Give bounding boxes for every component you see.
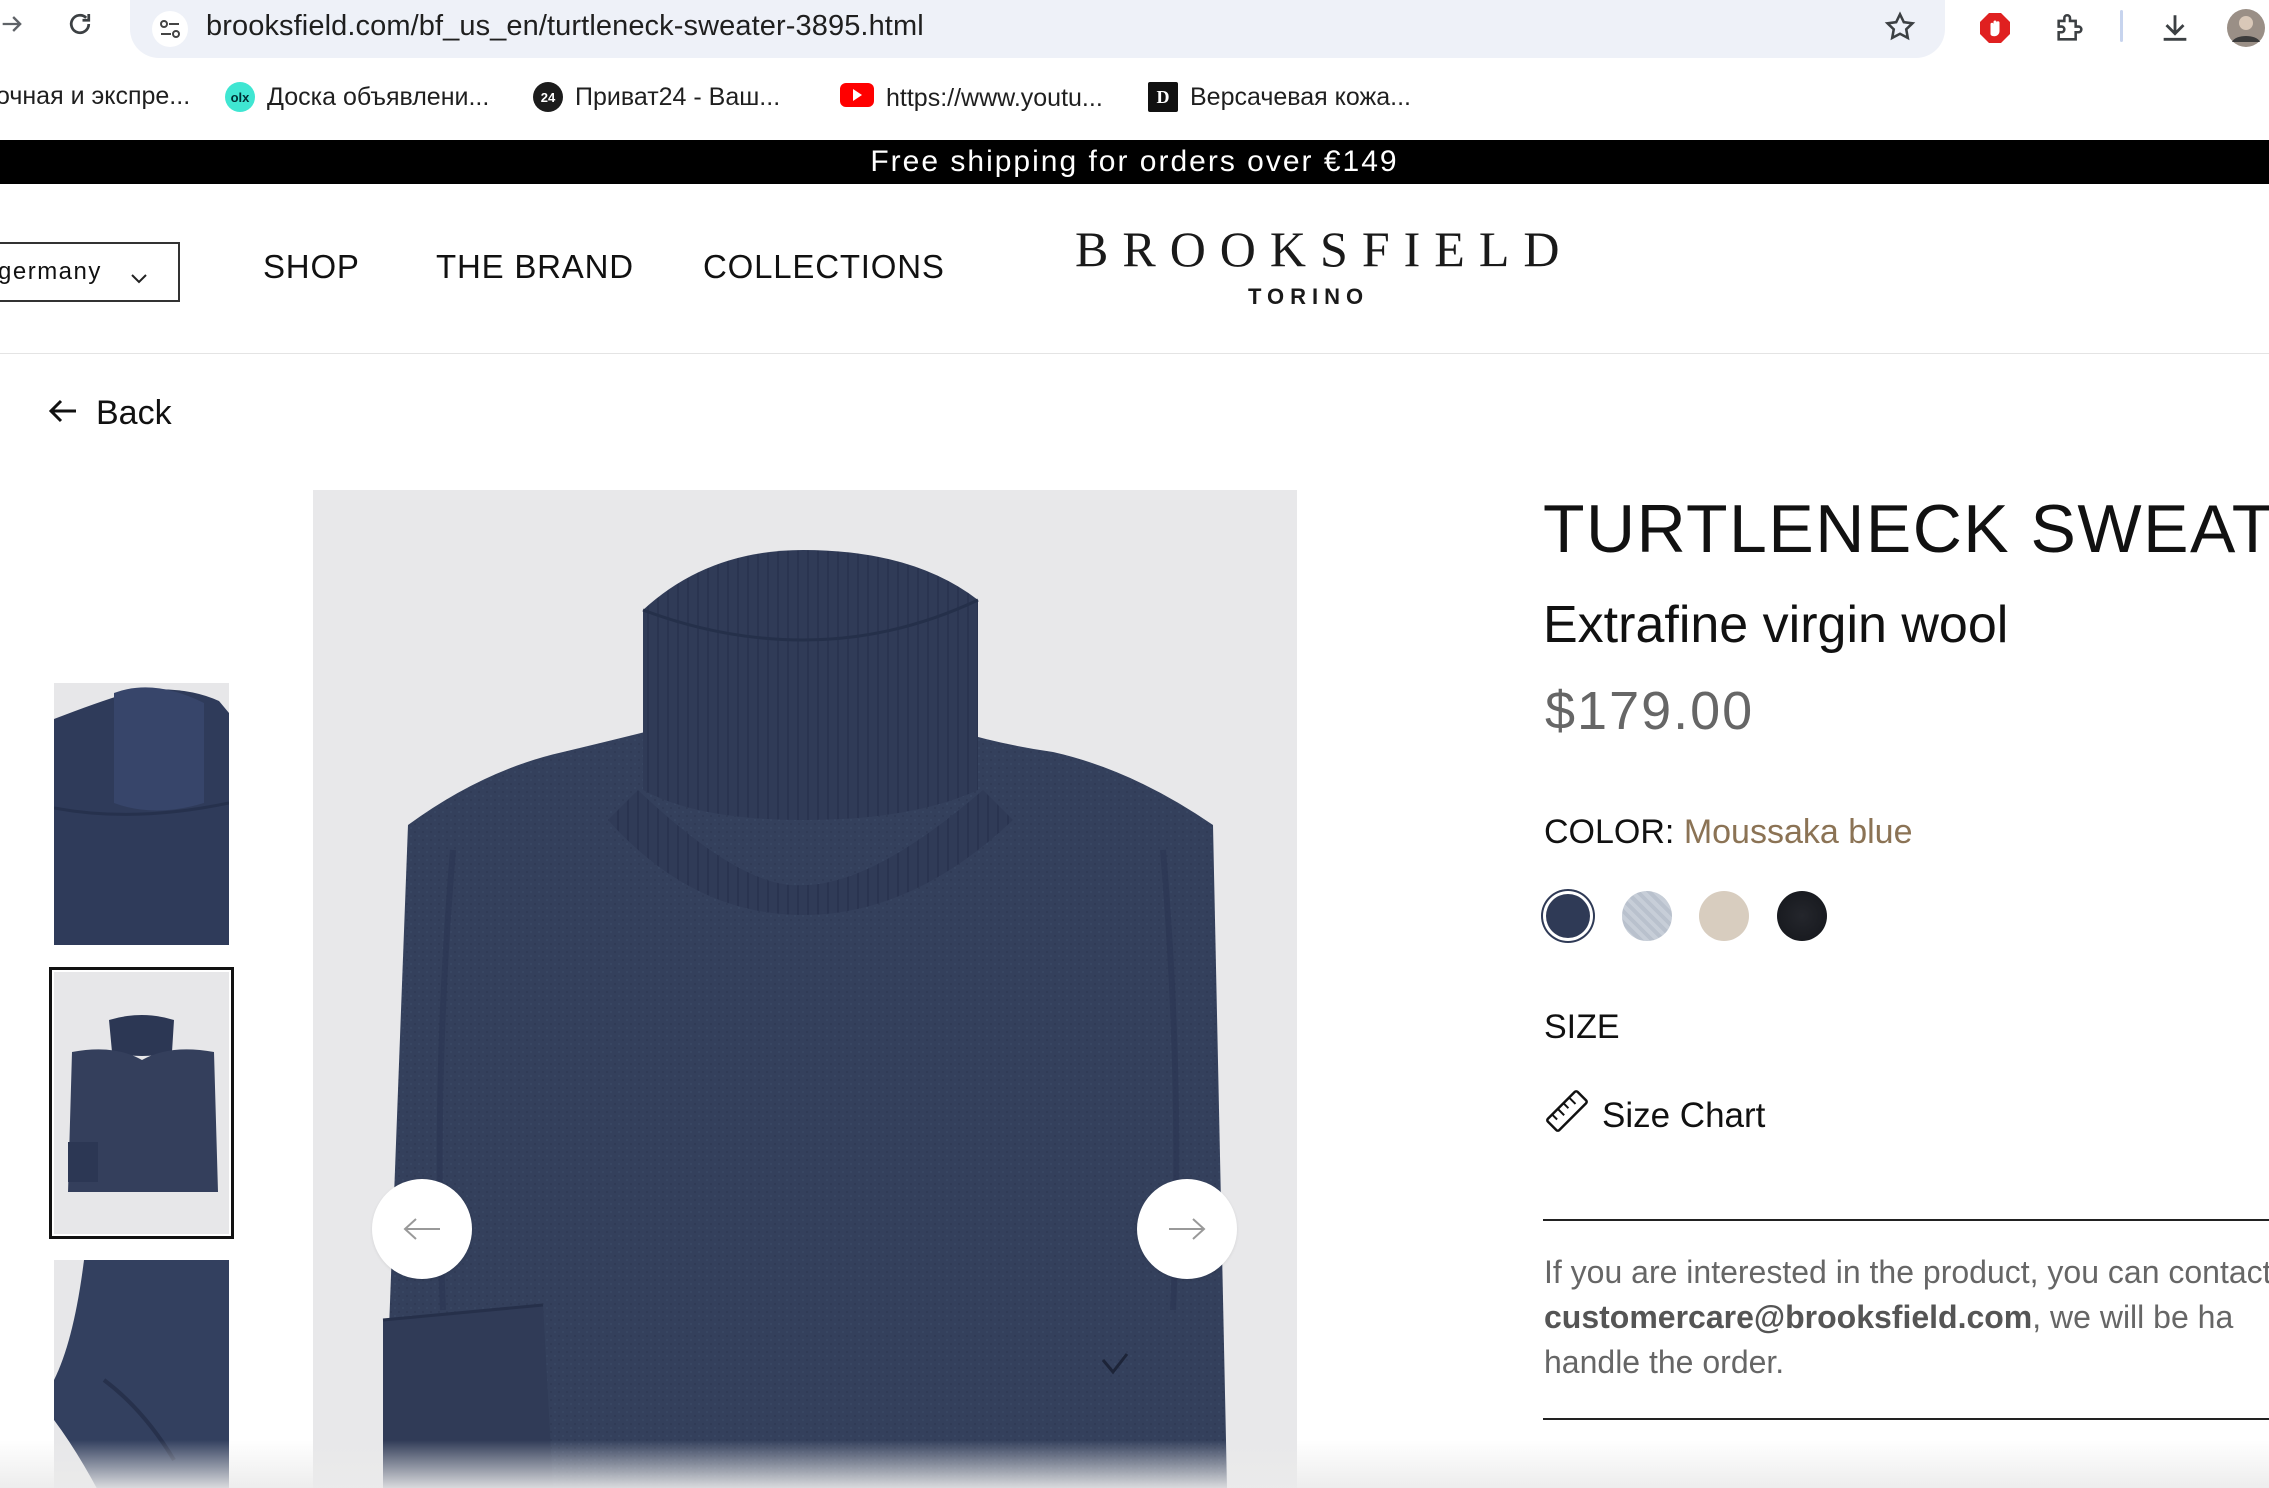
color-swatch-light-blue[interactable] — [1622, 891, 1672, 941]
address-row: brooksfield.com/bf_us_en/turtleneck-swea… — [0, 0, 2269, 60]
color-swatch-beige[interactable] — [1699, 891, 1749, 941]
reload-icon[interactable] — [62, 6, 98, 42]
olx-icon: olx — [225, 82, 255, 112]
prev-image-button[interactable] — [372, 1179, 472, 1279]
bookmark-label: Приват24 - Ваш... — [575, 82, 781, 111]
arrow-left-icon — [48, 394, 78, 433]
nav-shop[interactable]: SHOP — [263, 248, 360, 286]
product-thumbnail[interactable] — [54, 1260, 229, 1488]
product-main-image[interactable] — [313, 490, 1297, 1488]
color-value: Moussaka blue — [1683, 813, 1913, 851]
ruler-icon — [1544, 1088, 1590, 1143]
bookmark-label: Доска объявлени... — [267, 82, 490, 111]
color-swatch-moussaka-blue[interactable] — [1543, 891, 1593, 941]
contact-line: handle the order. — [1544, 1344, 1785, 1380]
extensions-puzzle-icon[interactable] — [2050, 8, 2090, 48]
product-subtitle: Extrafine virgin wool — [1543, 596, 2009, 654]
site-settings-icon[interactable] — [152, 11, 188, 47]
country-selector[interactable]: germany — [0, 242, 180, 302]
site-header: germany SHOP THE BRAND COLLECTIONS BROOK… — [0, 184, 2269, 354]
contact-line: If you are interested in the product, yo… — [1544, 1254, 2269, 1290]
back-label: Back — [96, 394, 172, 432]
color-swatch-black[interactable] — [1777, 891, 1827, 941]
back-link[interactable]: Back — [48, 394, 172, 433]
next-image-button[interactable] — [1137, 1179, 1237, 1279]
bookmark-item[interactable]: очная и экспре... — [0, 82, 190, 111]
sweater-image — [313, 490, 1297, 1488]
download-icon[interactable] — [2155, 8, 2195, 48]
divider — [1543, 1418, 2269, 1420]
promo-banner: Free shipping for orders over €149 — [0, 140, 2269, 184]
privat24-icon: 24 — [533, 82, 563, 112]
nav-the-brand[interactable]: THE BRAND — [436, 248, 634, 286]
d-logo-icon: D — [1148, 82, 1178, 112]
brand-logo-sub: TORINO — [1248, 284, 1370, 309]
divider — [1543, 1219, 2269, 1221]
color-label-row: COLOR: Moussaka blue — [1544, 813, 1913, 852]
contact-line: , we will be ha — [2032, 1299, 2234, 1335]
forward-icon[interactable] — [0, 6, 30, 42]
bookmark-label: Версачевая кожа... — [1190, 82, 1411, 111]
bookmark-label: очная и экспре... — [0, 82, 191, 110]
bookmark-item[interactable]: 24 Приват24 - Ваш... — [533, 82, 780, 112]
bookmark-item[interactable]: https://www.youtu... — [840, 82, 1103, 115]
bookmark-item[interactable]: olx Доска объявлени... — [225, 82, 489, 112]
bookmarks-bar: очная и экспре... olx Доска объявлени...… — [0, 70, 2269, 126]
address-bar[interactable]: brooksfield.com/bf_us_en/turtleneck-swea… — [130, 0, 1945, 58]
size-chart-label: Size Chart — [1602, 1095, 1766, 1135]
product-thumbnail-selected[interactable] — [49, 967, 234, 1239]
browser-chrome: brooksfield.com/bf_us_en/turtleneck-swea… — [0, 0, 2269, 140]
color-label: COLOR: — [1544, 813, 1675, 851]
product-thumbnail[interactable] — [54, 683, 229, 945]
brand-logo[interactable]: BROOKSFIELD — [1075, 220, 1573, 278]
contact-info: If you are interested in the product, yo… — [1544, 1250, 2269, 1385]
bookmark-label: https://www.youtu... — [886, 84, 1103, 112]
country-value: germany — [0, 258, 102, 285]
arrow-left-icon — [403, 1218, 440, 1240]
youtube-icon — [840, 82, 874, 115]
toolbar-separator — [2120, 10, 2123, 42]
contact-email-link[interactable]: customercare@brooksfield.com — [1544, 1299, 2032, 1335]
url-text[interactable]: brooksfield.com/bf_us_en/turtleneck-swea… — [206, 10, 924, 43]
product-price: $179.00 — [1545, 681, 1755, 741]
bookmark-star-icon[interactable] — [1883, 10, 1919, 46]
nav-collections[interactable]: COLLECTIONS — [703, 248, 945, 286]
chevron-down-icon — [130, 264, 148, 292]
size-label: SIZE — [1544, 1008, 1620, 1046]
profile-avatar[interactable] — [2226, 8, 2266, 48]
arrow-right-icon — [1169, 1218, 1206, 1240]
adblock-extension-icon[interactable] — [1975, 8, 2015, 48]
promo-text: Free shipping for orders over €149 — [870, 145, 1399, 178]
bookmark-item[interactable]: D Версачевая кожа... — [1148, 82, 1411, 112]
product-title: TURTLENECK SWEATER — [1543, 491, 2269, 567]
size-chart-link[interactable]: Size Chart — [1544, 1088, 1765, 1143]
